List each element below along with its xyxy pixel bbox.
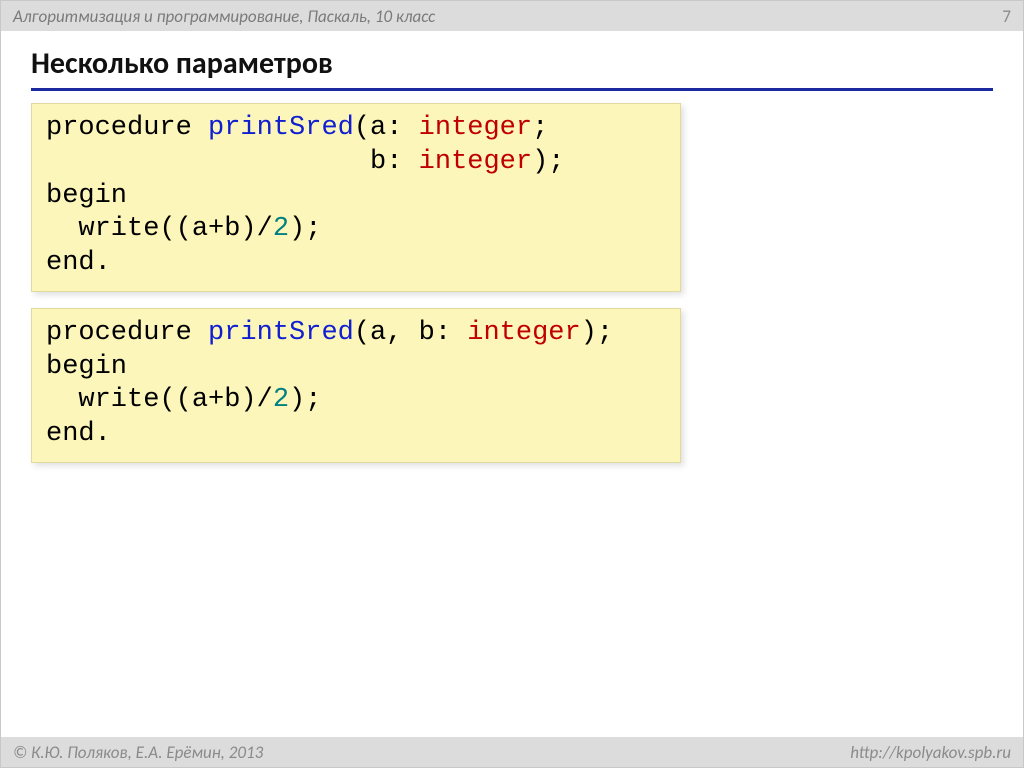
footer-copyright: © К.Ю. Поляков, Е.А. Ерёмин, 2013 [13,742,263,763]
slide-content: Несколько параметров procedure printSred… [1,31,1023,737]
code-block-2: procedure printSred(a, b: integer); begi… [31,308,681,463]
top-bar: Алгоритмизация и программирование, Паска… [1,1,1023,31]
code-block-1: procedure printSred(a: integer; b: integ… [31,103,681,292]
footer-url: http://kpolyakov.spb.ru [850,742,1011,763]
code-token: integer [419,147,532,177]
course-title: Алгоритмизация и программирование, Паска… [13,6,435,27]
page-number: 7 [1002,6,1011,27]
slide: Алгоритмизация и программирование, Паска… [0,0,1024,768]
code-token: printSred [208,318,354,348]
code-token: 2 [273,385,289,415]
bottom-bar: © К.Ю. Поляков, Е.А. Ерёмин, 2013 http:/… [1,737,1023,767]
slide-title: Несколько параметров [31,45,993,91]
code-token: printSred [208,113,354,143]
code-token: integer [467,318,580,348]
code-token: integer [419,113,532,143]
code-token: 2 [273,214,289,244]
